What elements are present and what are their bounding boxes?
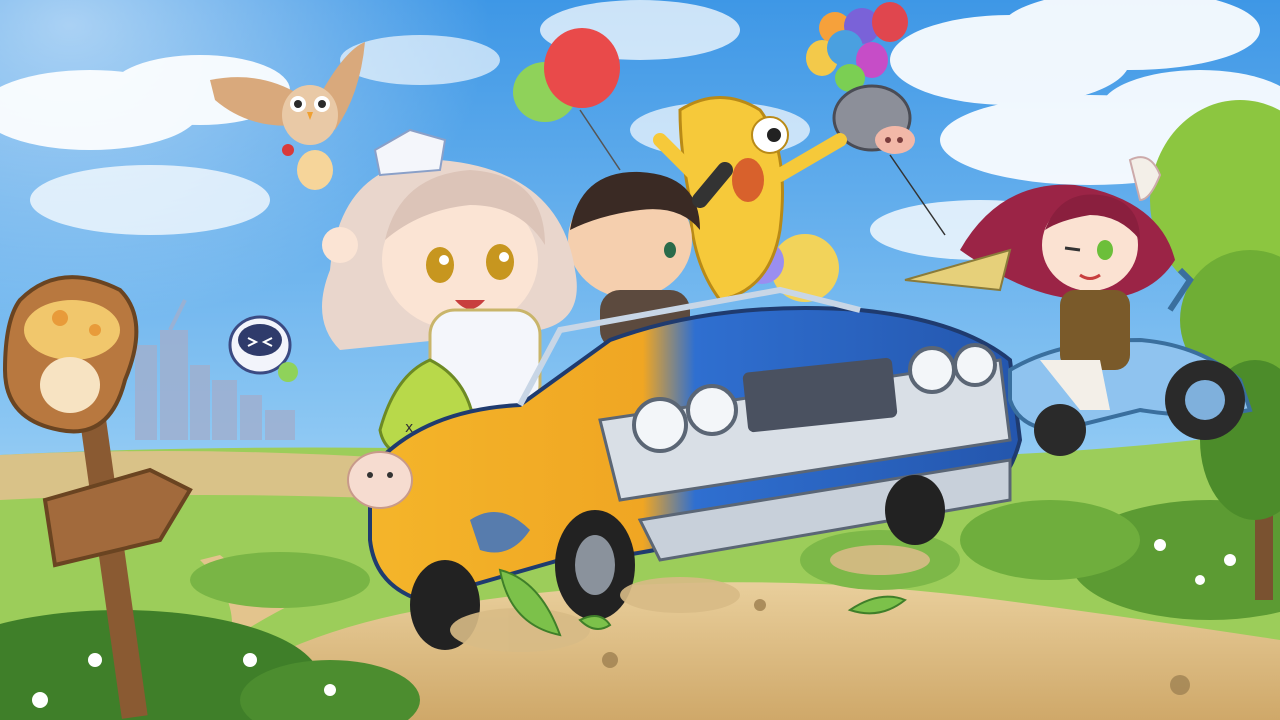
game-key-art-scene: x x xyxy=(0,0,1280,720)
pink-creature xyxy=(347,451,413,509)
scene-illustration: x x xyxy=(0,0,1280,720)
